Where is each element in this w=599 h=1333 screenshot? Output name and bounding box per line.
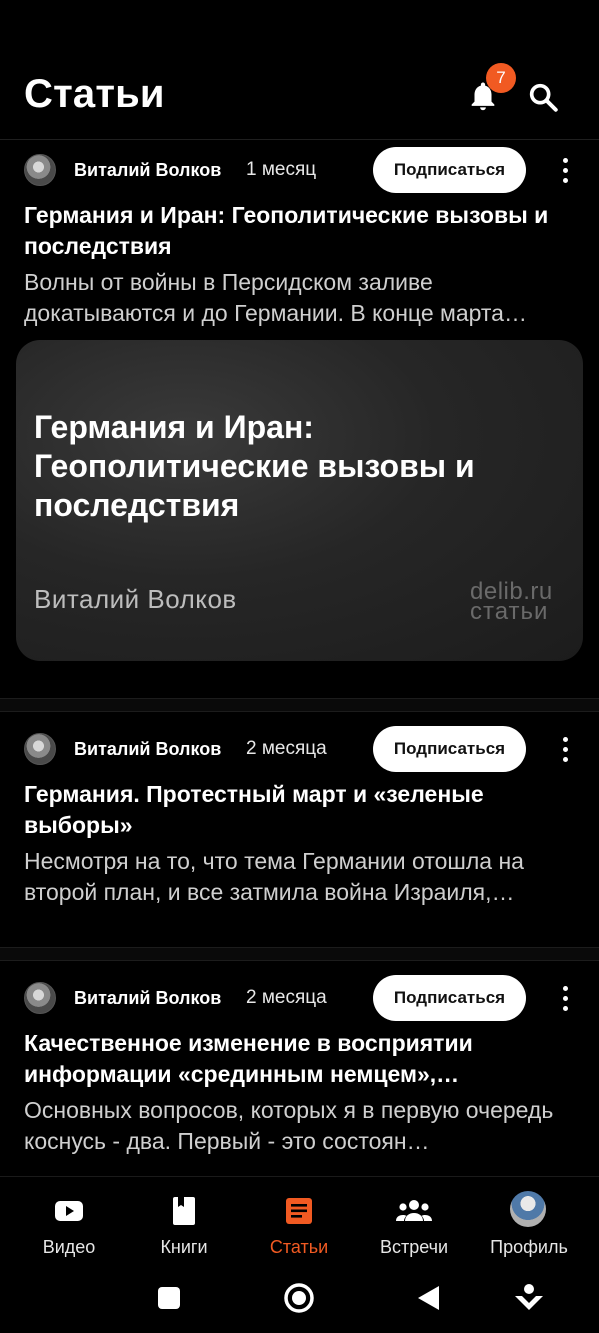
author-avatar[interactable]	[24, 733, 56, 765]
cover-watermark-section: статьи	[470, 598, 549, 625]
nav-books[interactable]: Книги	[129, 1187, 239, 1259]
article-title[interactable]: Германия. Протестный март и «зеленые выб…	[24, 779, 576, 841]
home-icon[interactable]	[279, 1278, 319, 1318]
author-row: Виталий Волков 1 месяц Подписаться	[0, 142, 599, 198]
subscribe-button[interactable]: Подписаться	[373, 975, 526, 1021]
article-card[interactable]: Виталий Волков 1 месяц Подписаться Герма…	[0, 142, 599, 698]
page-title: Статьи	[24, 72, 165, 116]
bottom-navigation: Видео Книги Статьи Встречи Профиль	[0, 1176, 599, 1266]
nav-label: Видео	[42, 1237, 96, 1257]
more-options-icon[interactable]	[553, 982, 577, 1014]
nav-articles[interactable]: Статьи	[244, 1187, 354, 1259]
divider	[0, 698, 599, 712]
cover-title: Германия и Иран: Геополитические вызовы …	[34, 409, 475, 523]
assistant-icon[interactable]	[509, 1278, 549, 1318]
search-icon[interactable]	[526, 80, 560, 114]
nav-profile[interactable]: Профиль	[474, 1187, 584, 1259]
article-age: 1 месяц	[246, 159, 317, 180]
nav-label: Встречи	[379, 1237, 449, 1257]
author-name[interactable]: Виталий Волков	[74, 988, 221, 1009]
notification-count-badge: 7	[486, 63, 516, 93]
nav-video[interactable]: Видео	[14, 1187, 124, 1259]
nav-meetings[interactable]: Встречи	[359, 1187, 469, 1259]
author-row: Виталий Волков 2 месяца Подписаться	[0, 970, 599, 1026]
article-excerpt: Основных вопросов, которых я в первую оч…	[24, 1097, 554, 1154]
author-name[interactable]: Виталий Волков	[74, 160, 221, 181]
nav-label: Профиль	[490, 1237, 568, 1257]
more-options-icon[interactable]	[553, 154, 577, 186]
author-row: Виталий Волков 2 месяца Подписаться	[0, 721, 599, 777]
nav-label: Книги	[160, 1237, 208, 1257]
article-card[interactable]: Виталий Волков 2 месяца Подписаться Герм…	[0, 721, 599, 947]
article-title[interactable]: Качественное изменение в восприятии инфо…	[24, 1028, 576, 1090]
article-cover-image[interactable]: Германия и Иран: Геополитические вызовы …	[16, 340, 583, 661]
video-icon	[53, 1195, 85, 1227]
people-icon	[396, 1195, 432, 1227]
system-navigation-bar	[0, 1266, 599, 1333]
book-icon	[168, 1195, 200, 1227]
article-age: 2 месяца	[246, 987, 327, 1008]
article-excerpt: Несмотря на то, что тема Германии отошла…	[24, 848, 524, 905]
recent-apps-icon[interactable]	[149, 1278, 189, 1318]
subscribe-button[interactable]: Подписаться	[373, 726, 526, 772]
app-root: Статьи 7 Виталий Волков 1 месяц Подписат…	[0, 0, 599, 1333]
author-avatar[interactable]	[24, 154, 56, 186]
app-header: Статьи 7	[0, 0, 599, 140]
subscribe-button[interactable]: Подписаться	[373, 147, 526, 193]
article-title[interactable]: Германия и Иран: Геополитические вызовы …	[24, 200, 576, 262]
nav-label: Статьи	[269, 1237, 329, 1257]
profile-avatar	[510, 1191, 546, 1227]
cover-author: Виталий Волков	[34, 584, 237, 614]
more-options-icon[interactable]	[553, 733, 577, 765]
author-avatar[interactable]	[24, 982, 56, 1014]
articles-icon	[283, 1195, 315, 1227]
author-name[interactable]: Виталий Волков	[74, 739, 221, 760]
article-excerpt: Волны от войны в Персидском заливе докат…	[24, 269, 527, 326]
divider	[0, 947, 599, 961]
back-icon[interactable]	[409, 1278, 449, 1318]
article-card[interactable]: Виталий Волков 2 месяца Подписаться Каче…	[0, 970, 599, 1176]
article-age: 2 месяца	[246, 738, 327, 759]
